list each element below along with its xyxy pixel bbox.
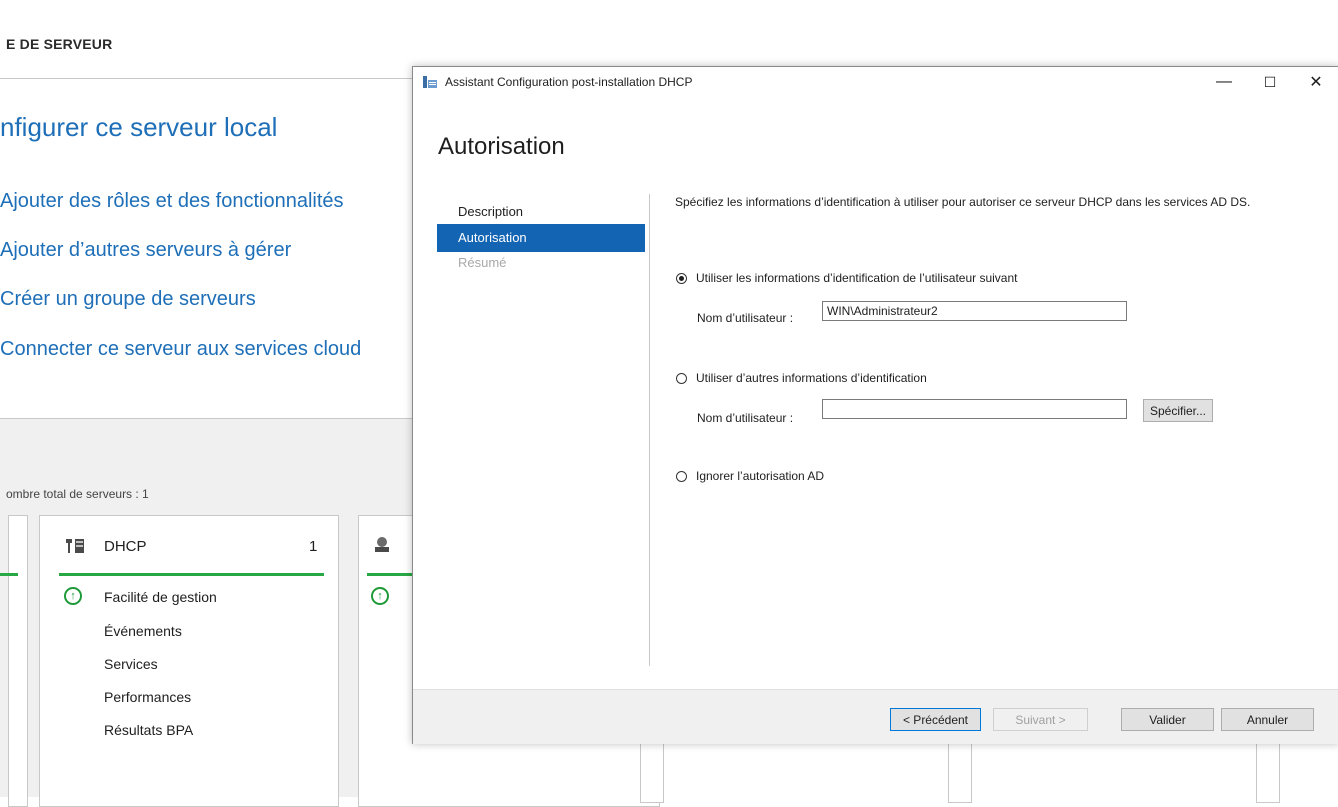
server-manager-title: E DE SERVEUR — [6, 36, 113, 52]
dialog-title: Assistant Configuration post-installatio… — [445, 75, 693, 89]
dhcp-wizard-dialog: Assistant Configuration post-installatio… — [412, 66, 1338, 744]
add-roles-link[interactable]: Ajouter des rôles et des fonctionnalités — [0, 190, 344, 213]
radio-skip-authorization-label[interactable]: Ignorer l’autorisation AD — [696, 469, 824, 483]
other-username-field[interactable] — [822, 399, 1127, 419]
dialog-footer: < Précédent Suivant > Valider Annuler — [413, 689, 1338, 744]
validate-button[interactable]: Valider — [1121, 708, 1214, 731]
radio-other-credentials-label[interactable]: Utiliser d’autres informations d’identif… — [696, 371, 927, 385]
specify-button[interactable]: Spécifier... — [1143, 399, 1213, 422]
server-tile-edge — [948, 742, 972, 803]
total-servers-text: ombre total de serveurs : 1 — [6, 487, 149, 501]
tile-item-services[interactable]: Services — [104, 656, 158, 672]
nav-item-summary: Résumé — [458, 255, 507, 270]
radio-skip-authorization[interactable] — [676, 471, 687, 482]
divider — [0, 78, 420, 79]
tile-item-bpa[interactable]: Résultats BPA — [104, 722, 193, 738]
create-group-link[interactable]: Créer un groupe de serveurs — [0, 288, 256, 311]
username-label: Nom d’utilisateur : — [697, 311, 794, 325]
other-username-label: Nom d’utilisateur : — [697, 411, 794, 425]
nav-item-authorization[interactable]: Autorisation — [437, 224, 645, 252]
server-tile-edge — [1256, 742, 1280, 803]
dhcp-role-icon — [66, 536, 86, 556]
status-up-icon: ↑ — [64, 587, 82, 605]
page-title: Autorisation — [438, 133, 565, 160]
tile-item-performance[interactable]: Performances — [104, 689, 191, 705]
connect-cloud-link[interactable]: Connecter ce serveur aux services cloud — [0, 338, 361, 361]
previous-button[interactable]: < Précédent — [890, 708, 981, 731]
dialog-titlebar[interactable]: Assistant Configuration post-installatio… — [413, 67, 1338, 97]
add-servers-link[interactable]: Ajouter d’autres serveurs à gérer — [0, 239, 291, 262]
radio-current-user[interactable] — [676, 273, 687, 284]
tile-item-manageability[interactable]: Facilité de gestion — [104, 589, 217, 605]
wizard-icon — [423, 75, 437, 88]
configure-heading: nfigurer ce serveur local — [0, 112, 278, 142]
server-tile-edge — [640, 742, 664, 803]
tile-item-events[interactable]: Événements — [104, 623, 182, 639]
tile-count: 1 — [309, 538, 318, 555]
next-button: Suivant > — [993, 708, 1088, 731]
server-role-icon — [373, 536, 391, 554]
tile-status-bar — [59, 573, 324, 576]
tile-title[interactable]: DHCP — [104, 538, 147, 555]
status-up-icon: ↑ — [371, 587, 389, 605]
tile-status-bar — [367, 573, 417, 576]
nav-item-description[interactable]: Description — [437, 198, 645, 226]
maximize-button[interactable]: ☐ — [1247, 67, 1293, 97]
tile-status-bar — [0, 573, 18, 576]
radio-other-credentials[interactable] — [676, 373, 687, 384]
divider — [649, 194, 650, 666]
description-text: Spécifiez les informations d’identificat… — [675, 195, 1251, 209]
radio-current-user-label[interactable]: Utiliser les informations d’identificati… — [696, 271, 1017, 285]
close-button[interactable]: ✕ — [1293, 67, 1338, 97]
cancel-button[interactable]: Annuler — [1221, 708, 1314, 731]
minimize-button[interactable]: — — [1201, 67, 1247, 97]
username-field[interactable]: WIN\Administrateur2 — [822, 301, 1127, 321]
server-tile-partial — [8, 515, 28, 807]
dhcp-tile[interactable] — [39, 515, 339, 807]
